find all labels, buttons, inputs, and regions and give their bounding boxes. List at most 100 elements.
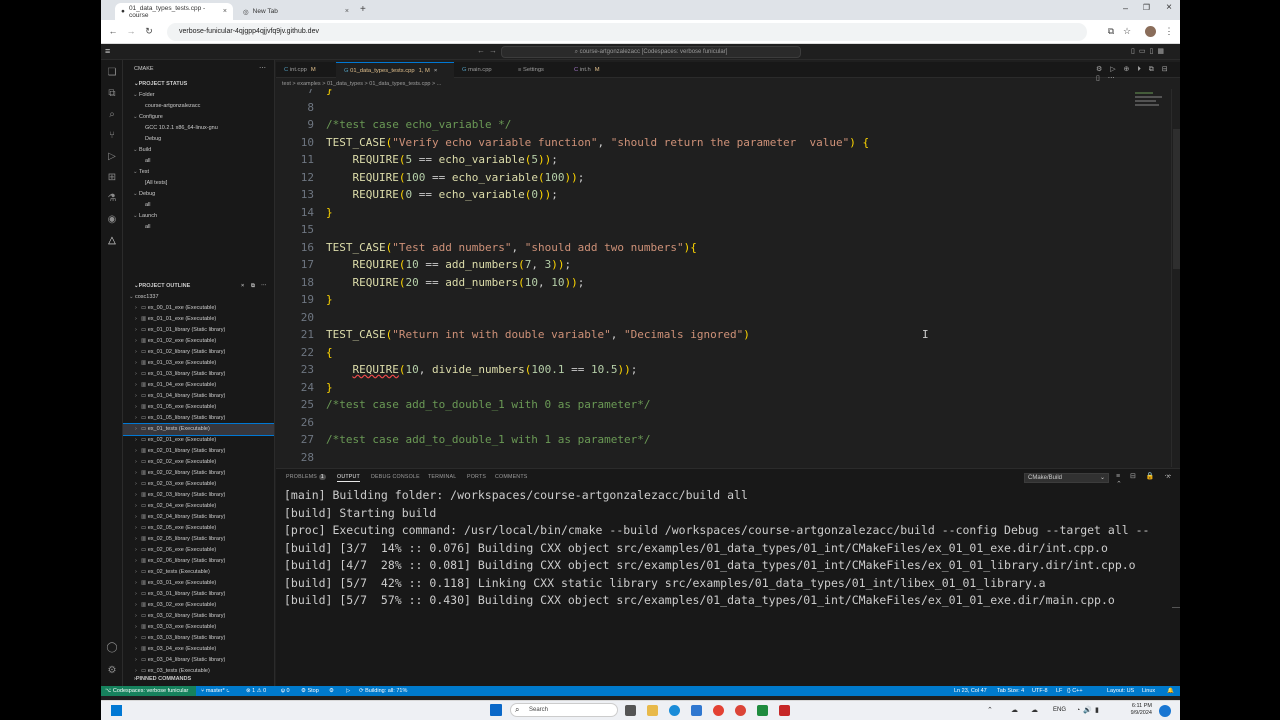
- windows-start-icon[interactable]: [111, 705, 122, 716]
- avatar[interactable]: [1145, 26, 1156, 37]
- source-control-icon[interactable]: ⑂: [106, 130, 118, 142]
- status-tree-item[interactable]: ⌄Build: [123, 145, 274, 156]
- keyboard-layout[interactable]: Layout: US: [1107, 686, 1134, 696]
- close-icon[interactable]: ×: [345, 8, 349, 15]
- code-line[interactable]: TEST_CASE("Return int with double variab…: [326, 326, 750, 344]
- outline-target[interactable]: › ▭ ex_02_02_exe (Executable): [123, 457, 274, 468]
- editor-scrollbar[interactable]: [1171, 89, 1180, 467]
- stop-button[interactable]: ⚙ Stop: [301, 686, 319, 696]
- outline-target[interactable]: › ▥ ex_02_05_library (Static library): [123, 534, 274, 545]
- outline-target[interactable]: › ▭ ex_01_02_library (Static library): [123, 347, 274, 358]
- line-ending[interactable]: LF: [1056, 686, 1062, 696]
- outline-target[interactable]: › ▭ ex_02_03_exe (Executable): [123, 479, 274, 490]
- tab-01-data-types-tests[interactable]: G 01_data_types_tests.cpp 1, M ×: [336, 62, 454, 78]
- remote-indicator[interactable]: ⌥ Codespaces: verbose funicular: [101, 686, 196, 696]
- code-editor[interactable]: 7} 8 9 /*test case echo_variable */ 10 TEST_C…: [276, 89, 1171, 467]
- outline-target[interactable]: › ▭ ex_02_04_exe (Executable): [123, 501, 274, 512]
- outline-target[interactable]: › ▥ ex_03_01_exe (Executable): [123, 578, 274, 589]
- tab-comments[interactable]: COMMENTS: [495, 474, 528, 480]
- code-line[interactable]: TEST_CASE("Verify echo variable function…: [326, 134, 869, 152]
- code-line[interactable]: }: [326, 89, 333, 99]
- run-debug-icon[interactable]: ▷: [106, 151, 118, 163]
- branch-status[interactable]: ⑂ master* ↻: [201, 686, 230, 696]
- layout-controls-icon[interactable]: ▯▭▯▦: [1131, 47, 1168, 55]
- install-app-icon[interactable]: ⧉: [1105, 25, 1117, 37]
- outline-target[interactable]: › ▭ ex_02_tests (Executable): [123, 567, 274, 578]
- code-line[interactable]: {: [326, 344, 333, 362]
- pinned-commands-header[interactable]: ›PINNED COMMANDS: [123, 674, 274, 685]
- outline-target[interactable]: › ▥ ex_02_02_library (Static library): [123, 468, 274, 479]
- cursor-position[interactable]: Ln 23, Col 47: [954, 686, 987, 696]
- code-line[interactable]: REQUIRE(20 == add_numbers(10, 10));: [326, 274, 585, 292]
- status-tree-item[interactable]: all: [123, 156, 274, 167]
- clock[interactable]: 6:11 PM 9/9/2024: [1131, 703, 1152, 717]
- close-panel-icon[interactable]: ×: [1166, 472, 1171, 481]
- outline-target[interactable]: › ▥ ex_02_01_library (Static library): [123, 446, 274, 457]
- outline-target[interactable]: › ▥ ex_03_03_exe (Executable): [123, 622, 274, 633]
- scrollbar-thumb[interactable]: [1173, 129, 1180, 269]
- debug-icon[interactable]: ⚙: [329, 686, 334, 696]
- store-icon[interactable]: [691, 705, 702, 716]
- status-tree-item[interactable]: ⌄Test: [123, 167, 274, 178]
- outline-target[interactable]: › ▭ ex_03_01_library (Static library): [123, 589, 274, 600]
- extensions-icon[interactable]: ⊞: [106, 172, 118, 184]
- ports-status[interactable]: ψ 0: [281, 686, 290, 696]
- outline-target[interactable]: › ▭ ex_01_tests (Executable): [123, 423, 274, 436]
- tab-settings[interactable]: ≡ Settings: [510, 62, 566, 78]
- more-menu-icon[interactable]: ⋮: [1163, 25, 1175, 37]
- problems-status[interactable]: ⊗ 1 ⚠ 0: [246, 686, 266, 696]
- project-outline-header[interactable]: ⌄PROJECT OUTLINE × ⧉ ⋯: [123, 281, 274, 292]
- settings-gear-icon[interactable]: ⚙: [106, 665, 118, 677]
- outline-target[interactable]: › ▥ ex_01_03_exe (Executable): [123, 358, 274, 369]
- files-icon[interactable]: ⧉: [106, 88, 118, 100]
- outline-target[interactable]: › ▥ ex_01_01_exe (Executable): [123, 314, 274, 325]
- code-line[interactable]: }: [326, 379, 333, 397]
- code-line[interactable]: REQUIRE(5 == echo_variable(5));: [326, 151, 558, 169]
- chrome-profile-icon[interactable]: [735, 705, 746, 716]
- tab-problems[interactable]: PROBLEMS 1: [286, 474, 326, 480]
- status-tree-item[interactable]: GCC 10.2.1 x86_64-linux-gnu: [123, 123, 274, 134]
- breadcrumb[interactable]: test > examples > 01_data_types > 01_dat…: [276, 79, 1180, 89]
- cmake-icon[interactable]: △: [106, 235, 118, 247]
- encoding[interactable]: UTF-8: [1032, 686, 1048, 696]
- command-center[interactable]: ⌕ course-artgonzalezacc [Codespaces: ver…: [501, 46, 801, 58]
- status-tree-item[interactable]: all: [123, 222, 274, 233]
- code-line[interactable]: /*test case echo_variable */: [326, 116, 511, 134]
- chrome-icon[interactable]: [713, 705, 724, 716]
- collapse-all-icon[interactable]: ⧉: [251, 281, 255, 292]
- nav-forward-icon[interactable]: →: [489, 46, 497, 55]
- outline-target[interactable]: › ▭ ex_00_01_exe (Executable): [123, 303, 274, 314]
- status-tree-item[interactable]: ⌄Debug: [123, 189, 274, 200]
- network-volume-battery-icon[interactable]: ◔🔊▮: [1076, 706, 1102, 714]
- status-tree-item[interactable]: course-artgonzalezacc: [123, 101, 274, 112]
- status-tree-item[interactable]: ⌄Launch: [123, 211, 274, 222]
- code-line[interactable]: REQUIRE(100 == echo_variable(100));: [326, 169, 585, 187]
- testing-icon[interactable]: ⚗: [106, 193, 118, 205]
- run-icon[interactable]: ▷: [346, 686, 350, 696]
- minimap[interactable]: [1135, 90, 1165, 116]
- status-tree-item[interactable]: all: [123, 200, 274, 211]
- output-channel-select[interactable]: CMake/Build ⌄: [1024, 473, 1109, 483]
- outline-target[interactable]: › ▥ ex_02_06_library (Static library): [123, 556, 274, 567]
- new-tab-icon[interactable]: +: [360, 4, 366, 15]
- outline-target[interactable]: › ▥ ex_02_04_library (Static library): [123, 512, 274, 523]
- outline-target[interactable]: › ▥ ex_03_02_exe (Executable): [123, 600, 274, 611]
- code-line[interactable]: }: [326, 204, 333, 222]
- tab-int-cpp[interactable]: C int.cpp M: [276, 62, 336, 78]
- tab-debug-console[interactable]: DEBUG CONSOLE: [371, 474, 420, 480]
- github-icon[interactable]: ◉: [106, 214, 118, 226]
- explorer-icon[interactable]: ❏: [106, 67, 118, 79]
- status-tree-item[interactable]: ⌄Configure: [123, 112, 274, 123]
- camtasia-icon[interactable]: [757, 705, 768, 716]
- status-tree-item[interactable]: Debug: [123, 134, 274, 145]
- forward-icon[interactable]: →: [125, 25, 137, 37]
- outline-target[interactable]: › ▭ ex_03_04_library (Static library): [123, 655, 274, 666]
- outline-root[interactable]: ⌄cosc1337: [123, 292, 274, 303]
- maximize-icon[interactable]: ❐: [1143, 3, 1150, 12]
- outline-target[interactable]: › ▭ ex_02_06_exe (Executable): [123, 545, 274, 556]
- output-log[interactable]: [main] Building folder: /workspaces/cour…: [284, 487, 1149, 610]
- outline-target[interactable]: › ▭ ex_01_04_library (Static library): [123, 391, 274, 402]
- task-view-icon[interactable]: [625, 705, 636, 716]
- status-tree-item[interactable]: ⌄Folder: [123, 90, 274, 101]
- outline-target[interactable]: › ▭ ex_01_05_library (Static library): [123, 413, 274, 424]
